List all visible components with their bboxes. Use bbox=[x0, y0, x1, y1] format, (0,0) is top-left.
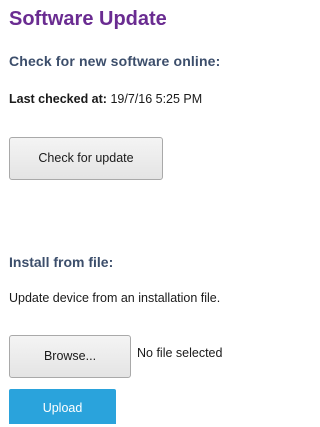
last-checked-row: Last checked at: 19/7/16 5:25 PM bbox=[9, 92, 202, 106]
browse-button[interactable]: Browse... bbox=[9, 335, 131, 378]
last-checked-value: 19/7/16 5:25 PM bbox=[110, 92, 203, 106]
check-online-heading: Check for new software online: bbox=[9, 53, 221, 69]
install-from-file-heading: Install from file: bbox=[9, 254, 114, 270]
install-description: Update device from an installation file. bbox=[9, 291, 221, 305]
last-checked-label: Last checked at: bbox=[9, 92, 107, 106]
upload-button[interactable]: Upload bbox=[9, 389, 116, 424]
file-status-text: No file selected bbox=[137, 346, 223, 360]
check-for-update-button[interactable]: Check for update bbox=[9, 137, 163, 180]
page-title: Software Update bbox=[9, 8, 167, 30]
